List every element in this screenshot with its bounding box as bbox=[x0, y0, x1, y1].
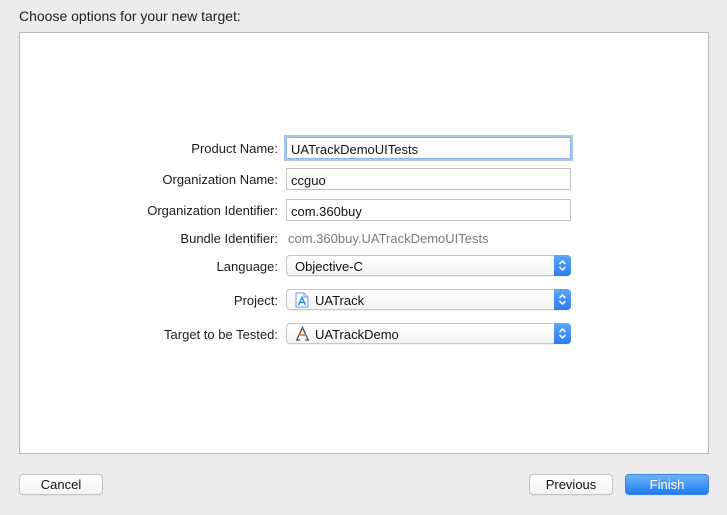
target-to-be-tested-selected-value: UATrackDemo bbox=[315, 327, 399, 342]
project-label: Project: bbox=[233, 293, 278, 308]
finish-button[interactable]: Finish bbox=[625, 474, 709, 495]
language-row: Language: Objective-C bbox=[20, 255, 710, 279]
bundle-identifier-label: Bundle Identifier: bbox=[180, 231, 278, 246]
organization-identifier-row: Organization Identifier: bbox=[20, 199, 710, 223]
options-panel: Product Name: Organization Name: Organiz… bbox=[19, 32, 709, 454]
organization-name-row: Organization Name: bbox=[20, 168, 710, 192]
organization-identifier-field[interactable] bbox=[286, 199, 571, 221]
bundle-identifier-row: Bundle Identifier: com.360buy.UATrackDem… bbox=[20, 227, 710, 251]
target-to-be-tested-label: Target to be Tested: bbox=[164, 327, 278, 342]
previous-button[interactable]: Previous bbox=[529, 474, 613, 495]
product-name-label: Product Name: bbox=[191, 141, 278, 156]
bundle-identifier-value: com.360buy.UATrackDemoUITests bbox=[288, 231, 489, 246]
product-name-row: Product Name: bbox=[20, 137, 710, 161]
updown-chevron-icon bbox=[554, 323, 571, 344]
product-name-field[interactable] bbox=[286, 137, 571, 159]
app-target-icon bbox=[295, 325, 309, 341]
updown-chevron-icon bbox=[554, 289, 571, 310]
organization-name-field[interactable] bbox=[286, 168, 571, 190]
language-selected-value: Objective-C bbox=[295, 259, 363, 274]
dialog-heading: Choose options for your new target: bbox=[19, 8, 241, 24]
updown-chevron-icon bbox=[554, 255, 571, 276]
organization-name-label: Organization Name: bbox=[162, 172, 278, 187]
project-selected-value: UATrack bbox=[315, 293, 365, 308]
xcode-project-icon bbox=[295, 292, 309, 308]
project-row: Project: UATrack bbox=[20, 289, 710, 313]
organization-identifier-label: Organization Identifier: bbox=[147, 203, 278, 218]
language-label: Language: bbox=[216, 259, 278, 274]
target-to-be-tested-popup[interactable]: UATrackDemo bbox=[286, 323, 571, 344]
target-to-be-tested-row: Target to be Tested: UATrackDemo bbox=[20, 323, 710, 347]
cancel-button[interactable]: Cancel bbox=[19, 474, 103, 495]
project-popup[interactable]: UATrack bbox=[286, 289, 571, 310]
language-popup[interactable]: Objective-C bbox=[286, 255, 571, 276]
